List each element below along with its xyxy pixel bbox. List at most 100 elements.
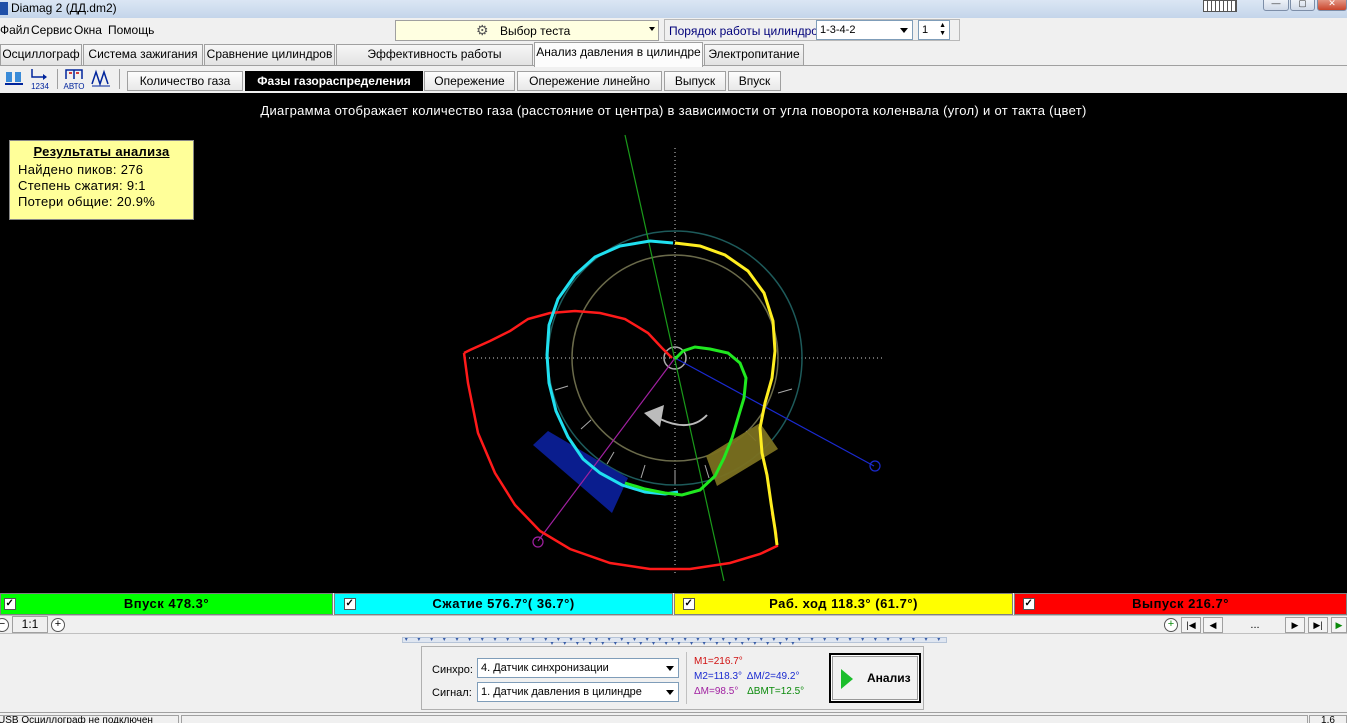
- phase-compression-label: Сжатие 576.7°( 36.7°): [432, 596, 575, 611]
- marker-values: M1=216.7° M2=118.3° ΔM/2=49.2° ΔM=98.5° …: [694, 654, 820, 699]
- cylinder-number-spinner[interactable]: 1 ▲ ▼: [918, 20, 950, 40]
- last-page-button[interactable]: ▶|: [1308, 617, 1328, 633]
- subtab-valve-timing[interactable]: Фазы газораспределения: [245, 71, 423, 91]
- next-page-button[interactable]: ▶: [1285, 617, 1305, 633]
- chevron-down-icon: [649, 27, 655, 31]
- power-stroke-trace: [674, 241, 779, 546]
- menu-file[interactable]: Файл: [0, 23, 30, 37]
- panel-splitter[interactable]: ▾ ▾ ▾ ▾ ▾ ▾ ▾ ▾ ▾ ▾ ▾ ▾ ▾ ▾ ▾ ▾ ▾ ▾ ▾ ▾ …: [402, 637, 947, 647]
- toolbar: 1234 АВТО Количество газа Фазы газораспр…: [0, 67, 1347, 93]
- phase-compression[interactable]: ✓ Сжатие 576.7°( 36.7°): [334, 593, 673, 615]
- subtab-gas-amount[interactable]: Количество газа: [127, 71, 243, 91]
- tab-cylinder-efficiency[interactable]: Эффективность работы цилиндров: [336, 44, 533, 80]
- signal-select[interactable]: 1. Датчик давления в цилиндре: [477, 682, 679, 702]
- cylinder-order-label: Порядок работы цилиндров: [669, 24, 825, 38]
- menu-windows[interactable]: Окна: [74, 23, 102, 37]
- tab-cylinder-compare[interactable]: Сравнение цилиндров: [204, 44, 335, 65]
- test-select[interactable]: ⚙ Выбор теста: [395, 20, 659, 41]
- cylinder-order-value: 1-3-4-2: [820, 24, 856, 36]
- play-button[interactable]: ▶: [1331, 617, 1347, 633]
- phase-exhaust[interactable]: ✓ Выпуск 216.7°: [1014, 593, 1347, 615]
- sequence-label: 1234: [31, 82, 49, 91]
- m2-row: M2=118.3° ΔM/2=49.2°: [694, 669, 820, 684]
- toolbar-separator: [57, 69, 58, 89]
- menu-help[interactable]: Помощь: [108, 23, 154, 37]
- phase-power-stroke[interactable]: ✓ Раб. ход 118.3° (61.7°): [674, 593, 1013, 615]
- add-icon[interactable]: +: [1164, 618, 1178, 632]
- zoom-bar: − 1:1 + + |◀ ◀ ... ▶ ▶| ▶: [0, 615, 1347, 634]
- rotation-arrow-icon: [644, 405, 664, 427]
- sync-select[interactable]: 4. Датчик синхронизации: [477, 658, 679, 678]
- compression-ratio: Степень сжатия: 9:1: [18, 178, 146, 193]
- peaks-icon[interactable]: [90, 68, 112, 90]
- dm-row: ΔM=98.5° ΔВМТ=12.5°: [694, 684, 820, 699]
- phase-legend: ✓ Впуск 478.3° ✓ Сжатие 576.7°( 36.7°) ✓…: [0, 593, 1347, 615]
- checkbox-compression[interactable]: ✓: [344, 598, 356, 610]
- menu-service[interactable]: Сервис: [31, 23, 72, 37]
- zoom-in-icon[interactable]: +: [51, 618, 65, 632]
- cylinders-icon[interactable]: [3, 68, 25, 90]
- phase-intake[interactable]: ✓ Впуск 478.3°: [0, 593, 333, 615]
- toolbar-separator: [119, 69, 120, 89]
- checkbox-intake[interactable]: ✓: [4, 598, 16, 610]
- sync-value: 4. Датчик синхронизации: [481, 662, 609, 674]
- test-select-label: Выбор теста: [500, 24, 571, 38]
- window-title: Diamag 2 (ДД.dm2): [11, 1, 117, 15]
- analyze-button-label: Анализ: [867, 671, 911, 685]
- auto-icon[interactable]: АВТО: [63, 68, 85, 91]
- page-indicator: ...: [1250, 619, 1260, 631]
- chevron-down-icon: [666, 666, 674, 671]
- tab-power-supply[interactable]: Электропитание: [704, 44, 804, 65]
- m2-marker-handle[interactable]: [869, 460, 881, 472]
- checkbox-exhaust[interactable]: ✓: [1023, 598, 1035, 610]
- subtab-advance-linear[interactable]: Опережение линейно: [517, 71, 662, 91]
- signal-label: Сигнал:: [432, 687, 472, 699]
- phase-power-stroke-label: Раб. ход 118.3° (61.7°): [769, 596, 918, 611]
- tab-ignition[interactable]: Система зажигания: [83, 44, 203, 65]
- m1-marker-handle[interactable]: [532, 536, 544, 548]
- phase-intake-label: Впуск 478.3°: [123, 596, 210, 611]
- m1-value: M1=216.7°: [694, 656, 743, 667]
- maximize-button[interactable]: ▢: [1290, 0, 1315, 11]
- spinner-arrows-icon[interactable]: ▲ ▼: [939, 22, 946, 38]
- dm-value: ΔM=98.5°: [694, 686, 739, 697]
- tab-oscilloscope[interactable]: Осциллограф: [0, 44, 82, 65]
- subtab-exhaust[interactable]: Выпуск: [664, 71, 726, 91]
- analyze-button[interactable]: Анализ: [829, 653, 921, 703]
- polar-diagram[interactable]: [0, 93, 1347, 593]
- cylinder-number-value: 1: [922, 24, 929, 36]
- prev-page-button[interactable]: ◀: [1203, 617, 1223, 633]
- status-message: [181, 715, 1308, 723]
- subtab-intake[interactable]: Впуск: [728, 71, 781, 91]
- dm-half-value: ΔM/2=49.2°: [746, 671, 800, 682]
- gear-icon: ⚙: [476, 22, 489, 38]
- main-tabs: Осциллограф Система зажигания Сравнение …: [0, 42, 1347, 80]
- zoom-ratio: 1:1: [12, 616, 48, 633]
- diagram-canvas[interactable]: Диаграмма отображает количество газа (ра…: [0, 93, 1347, 593]
- sync-label: Синхро:: [432, 664, 473, 676]
- phase-exhaust-label: Выпуск 216.7°: [1132, 596, 1229, 611]
- keyboard-icon[interactable]: [1203, 0, 1237, 12]
- total-losses: Потери общие: 20.9%: [18, 194, 156, 209]
- subtab-advance[interactable]: Опережение: [424, 71, 515, 91]
- checkbox-power-stroke[interactable]: ✓: [683, 598, 695, 610]
- tab-pressure-analysis[interactable]: Анализ давления в цилиндре: [534, 42, 703, 67]
- close-button[interactable]: ✕: [1317, 0, 1347, 11]
- signal-value: 1. Датчик давления в цилиндре: [481, 686, 642, 698]
- status-bar: USB Осциллограф не подключен 1.6: [0, 712, 1347, 723]
- first-page-button[interactable]: |◀: [1181, 617, 1201, 633]
- cylinder-order-select[interactable]: 1-3-4-2: [816, 20, 913, 40]
- rotation-arc: [659, 414, 708, 426]
- dvmt-value: ΔВМТ=12.5°: [747, 686, 805, 697]
- zoom-out-icon[interactable]: −: [0, 618, 9, 632]
- connection-status: USB Осциллограф не подключен: [0, 715, 179, 723]
- sequence-icon[interactable]: 1234: [29, 68, 51, 91]
- play-icon: [841, 669, 853, 689]
- results-title: Результаты анализа: [33, 144, 170, 159]
- app-icon: [0, 2, 8, 15]
- bottom-panel: ▾ ▾ ▾ ▾ ▾ ▾ ▾ ▾ ▾ ▾ ▾ ▾ ▾ ▾ ▾ ▾ ▾ ▾ ▾ ▾ …: [0, 634, 1347, 712]
- minimize-button[interactable]: —: [1263, 0, 1289, 11]
- cylinder-order-panel: Порядок работы цилиндров 1-3-4-2 1 ▲ ▼: [664, 19, 960, 41]
- divider: [686, 652, 687, 704]
- chevron-down-icon: [900, 28, 908, 33]
